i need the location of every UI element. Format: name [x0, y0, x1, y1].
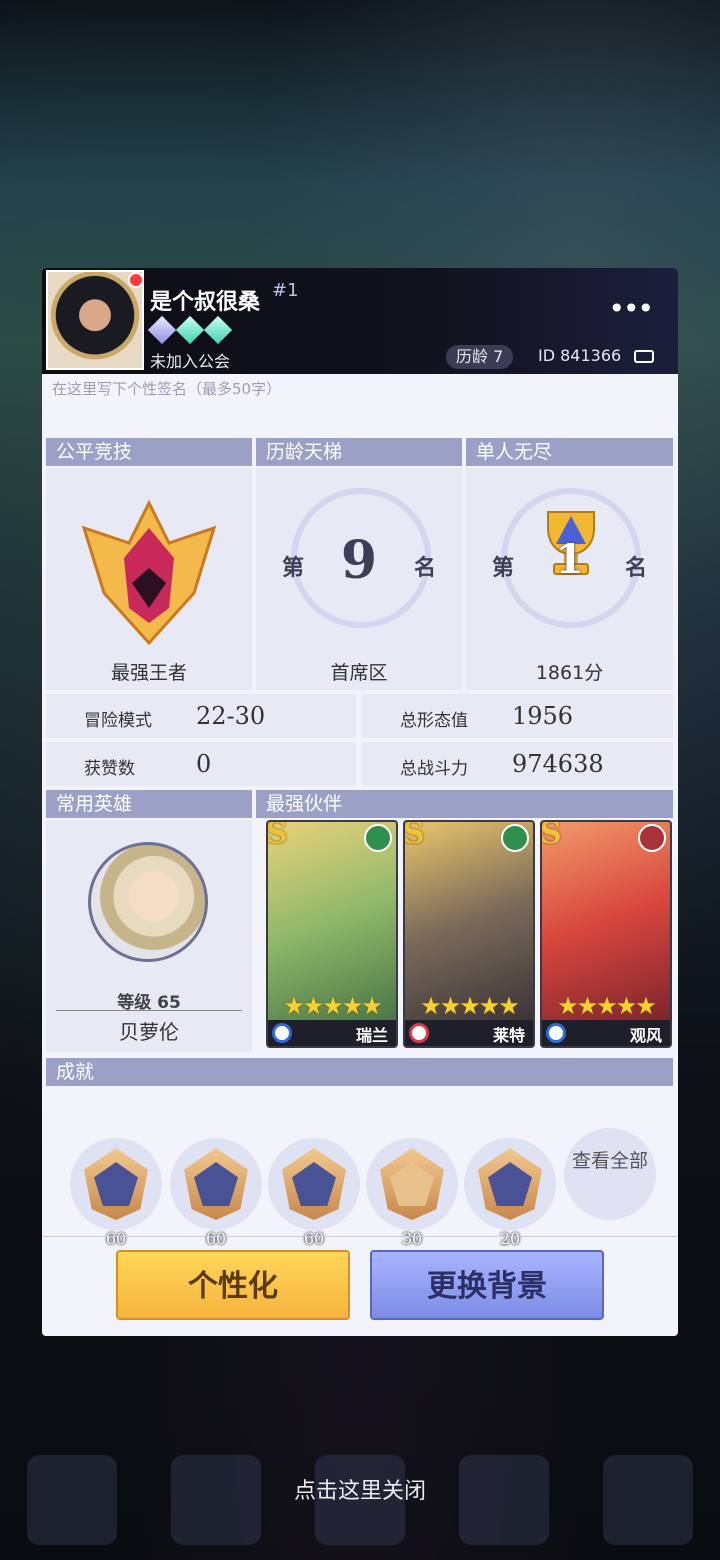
king-emblem-icon — [81, 499, 217, 646]
ladder-cell[interactable]: 第 9 名 首席区 — [256, 468, 462, 690]
section-endless: 单人无尽 — [466, 438, 673, 466]
personalize-button[interactable]: 个性化 — [116, 1250, 350, 1320]
profile-panel: 是个叔很桑 #1 未加入公会 ••• 历龄 7 ID 841366 在这里写下个… — [42, 268, 678, 1336]
star-rating: ★★★★★ — [420, 992, 520, 1020]
achievement-badge[interactable]: 30 — [366, 1138, 458, 1248]
rank-suffix: 名 — [413, 555, 436, 581]
player-name: 是个叔很桑 — [150, 290, 261, 315]
common-hero-cell[interactable]: 等级 65 贝萝伦 — [46, 820, 252, 1052]
stat-value: 1956 — [512, 702, 574, 730]
partner-name: 瑞兰 — [355, 1026, 388, 1045]
partner-card[interactable]: S ★★★★★ 莱特 — [403, 820, 535, 1048]
rank-suffix: 名 — [624, 555, 647, 581]
diamond-icon — [147, 315, 177, 345]
fair-arena-cell[interactable]: 最强王者 — [46, 468, 252, 690]
element-icon — [501, 824, 529, 852]
stat-form: 总形态值 1956 — [362, 694, 673, 738]
copy-id-icon[interactable] — [634, 350, 654, 363]
diamond-icon — [175, 315, 205, 345]
achievement-count: 60 — [105, 1229, 127, 1248]
section-achievements: 成就 — [46, 1058, 673, 1086]
hero-portrait — [88, 842, 208, 962]
endless-score: 1861分 — [535, 662, 604, 684]
vip-diamonds — [147, 315, 233, 345]
view-all-achievements-button[interactable]: 查看全部 — [564, 1128, 656, 1220]
divider — [56, 1010, 242, 1011]
section-common-hero: 常用英雄 — [46, 790, 252, 818]
card-footer: 瑞兰 — [268, 1020, 396, 1046]
age-badge: 历龄 7 — [446, 345, 514, 369]
stat-label: 总战斗力 — [400, 759, 468, 779]
grade-badge: S — [540, 820, 562, 851]
class-icon — [409, 1023, 429, 1043]
achievement-count: 60 — [205, 1229, 227, 1248]
partner-card[interactable]: S ★★★★★ 瑞兰 — [266, 820, 398, 1048]
section-fair-arena: 公平竞技 — [46, 438, 252, 466]
close-hint[interactable]: 点击这里关闭 — [0, 1473, 720, 1505]
fair-arena-rank: 最强王者 — [110, 662, 187, 684]
stat-value: 22-30 — [196, 702, 266, 730]
achievement-count: 60 — [303, 1229, 325, 1248]
endless-cell[interactable]: 第 1 名 1861分 — [466, 468, 673, 690]
ladder-zone: 首席区 — [330, 662, 388, 684]
element-icon — [364, 824, 392, 852]
partner-name: 观风 — [629, 1026, 662, 1045]
more-options-icon[interactable]: ••• — [608, 292, 654, 325]
player-id: ID 841366 — [538, 346, 622, 365]
stat-value: 0 — [196, 750, 212, 778]
achievement-badge[interactable]: 20 — [464, 1138, 556, 1248]
partner-name: 莱特 — [492, 1026, 525, 1045]
partner-cards: S ★★★★★ 瑞兰 S ★★★★★ 莱特 S ★★★★★ 观风 — [256, 780, 673, 1052]
rank-tag: #1 — [272, 280, 299, 301]
change-background-button[interactable]: 更换背景 — [370, 1250, 604, 1320]
profile-header: 是个叔很桑 #1 未加入公会 ••• 历龄 7 ID 841366 — [42, 268, 678, 374]
grade-badge: S — [266, 820, 288, 851]
partner-card[interactable]: S ★★★★★ 观风 — [540, 820, 672, 1048]
stat-adventure: 冒险模式 22-30 — [46, 694, 356, 738]
stat-label: 总形态值 — [400, 711, 468, 731]
class-icon — [546, 1023, 566, 1043]
hero-name: 贝萝伦 — [119, 1020, 179, 1044]
stat-value: 974638 — [512, 750, 604, 778]
star-rating: ★★★★★ — [557, 992, 657, 1020]
stat-label: 获赞数 — [84, 759, 135, 779]
card-footer: 观风 — [542, 1020, 670, 1046]
achievement-count: 30 — [401, 1229, 423, 1248]
guild-status: 未加入公会 — [150, 352, 231, 371]
grade-badge: S — [403, 820, 425, 851]
divider — [42, 1236, 678, 1237]
section-ladder: 历龄天梯 — [256, 438, 462, 466]
star-rating: ★★★★★ — [283, 992, 383, 1020]
element-icon — [638, 824, 666, 852]
achievement-count: 20 — [499, 1229, 521, 1248]
stat-label: 冒险模式 — [84, 711, 152, 731]
achievement-badge[interactable]: 60 — [268, 1138, 360, 1248]
notification-dot — [128, 272, 144, 288]
diamond-icon — [203, 315, 233, 345]
signature-input[interactable]: 在这里写下个性签名（最多50字） — [52, 378, 281, 399]
achievement-badge[interactable]: 60 — [170, 1138, 262, 1248]
card-footer: 莱特 — [405, 1020, 533, 1046]
class-icon — [272, 1023, 292, 1043]
achievement-badge[interactable]: 60 — [70, 1138, 162, 1248]
